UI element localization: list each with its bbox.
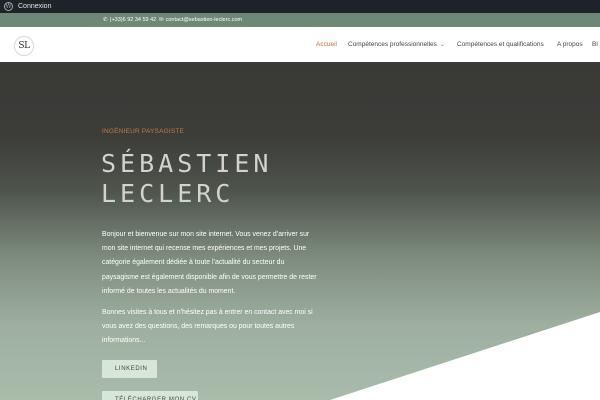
email-address: contact@sebastien-leclerc.com	[165, 17, 243, 23]
nav-a-propos[interactable]: A propos	[557, 27, 583, 62]
email-contact[interactable]: ✉ contact@sebastien-leclerc.com	[159, 15, 242, 25]
envelope-icon: ✉	[159, 17, 164, 23]
wordpress-icon[interactable]: W	[4, 2, 13, 11]
login-link[interactable]: Connexion	[18, 1, 51, 12]
nav-competences-qualifications[interactable]: Compétences et qualifications	[457, 27, 544, 62]
contact-paragraph: Bonnes visites à tous et n’hésitez pas à…	[102, 309, 313, 345]
hero-title-line1: SÉBASTIEN	[101, 149, 273, 178]
download-cv-button[interactable]: TÉLÉCHARGER MON CV	[102, 391, 198, 400]
hero-title-line2: LECLERC	[101, 179, 235, 208]
contact-bar: ✆ (+33)6 92 34 59 42 ✉ contact@sebastien…	[0, 13, 600, 27]
hero-title: SÉBASTIEN LECLERC	[101, 149, 361, 209]
phone-number: (+33)6 92 34 59 42	[109, 17, 157, 23]
nav-competences-professionnelles-label: Compétences professionnelles	[348, 41, 437, 48]
nav-competences-professionnelles[interactable]: Compétences professionnelles ⌄	[348, 27, 445, 62]
site-header: SL Accueil Compétences professionnelles ⌄…	[0, 27, 600, 62]
hero-section: INGÉNIEUR PAYSAGISTE SÉBASTIEN LECLERC B…	[0, 62, 600, 400]
nav-blog[interactable]: Bl	[592, 27, 598, 62]
linkedin-button[interactable]: LINKEDIN	[102, 360, 157, 378]
nav-accueil[interactable]: Accueil	[316, 27, 337, 62]
job-title: INGÉNIEUR PAYSAGISTE	[102, 128, 185, 135]
phone-contact[interactable]: ✆ (+33)6 92 34 59 42	[103, 15, 156, 25]
site-logo[interactable]: SL	[14, 36, 34, 56]
phone-icon: ✆	[103, 17, 108, 23]
chevron-down-icon: ⌄	[439, 42, 445, 48]
admin-bar: W Connexion	[0, 0, 600, 13]
intro-paragraph: Bonjour et bienvenue sur mon site intern…	[102, 231, 317, 295]
